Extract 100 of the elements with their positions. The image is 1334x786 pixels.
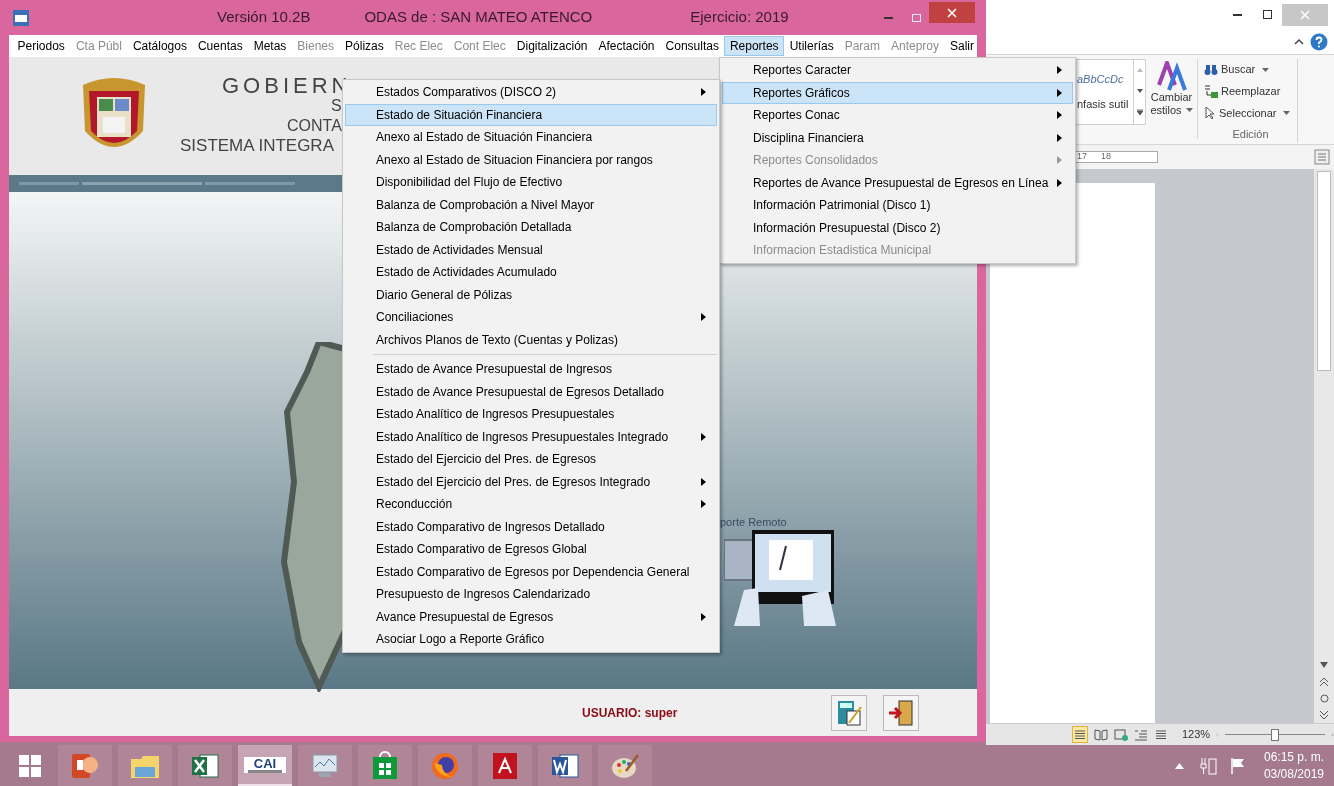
menu-item[interactable]: Disponibilidad del Flujo de Efectivo	[345, 171, 717, 194]
header-text: SISTEMA INTEGRA	[179, 136, 335, 156]
exit-button[interactable]	[883, 694, 920, 731]
menu-item[interactable]: Digitalización	[511, 36, 593, 56]
gallery-scroll-buttons[interactable]	[1134, 58, 1146, 125]
menu-item[interactable]: Estado del Ejercicio del Pres. de Egresos Integrado	[345, 470, 717, 493]
scrollbar-thumb[interactable]	[1317, 171, 1331, 372]
taskbar-app-button[interactable]	[58, 745, 112, 786]
menu-item[interactable]: Estado del Ejercicio del Pres. de Egresos	[345, 448, 717, 471]
more-icon	[1136, 109, 1143, 116]
view-button[interactable]	[1072, 726, 1088, 744]
taskbar-app-button[interactable]	[178, 745, 232, 786]
menu-item[interactable]: Consultas	[660, 36, 725, 56]
pointer-icon	[1204, 106, 1216, 121]
close-button[interactable]	[929, 2, 975, 23]
menu-item[interactable]: Diario General de Pólizas	[345, 283, 717, 306]
menu-item[interactable]: Anexo al Estado de Situación Financiera	[345, 126, 717, 149]
window-title: Versión 10.2B	[217, 7, 311, 28]
menu-item[interactable]: Información Patrimonial (Disco 1)	[722, 194, 1073, 217]
previous-page-icon[interactable]	[1320, 678, 1328, 687]
menu-item[interactable]: Estado Comparativo de Ingresos Detallado	[345, 515, 717, 538]
menu-item[interactable]: Estado Analítico de Ingresos Presupuestales Integrado	[345, 425, 717, 448]
exit-door-icon	[887, 698, 916, 727]
clock[interactable]: 06:15 p. m. 03/08/2019	[1263, 748, 1324, 783]
menu-item[interactable]: Reportes de Avance Presupuestal de Egresos en Línea	[722, 171, 1073, 194]
menu-item[interactable]: Estados Comparativos (DISCO 2)	[345, 81, 717, 104]
edit-command-button[interactable]: Reemplazar	[1204, 80, 1297, 103]
app-logo-icon: CAI	[244, 756, 286, 773]
taskbar-app-button[interactable]	[598, 745, 652, 786]
taskbar-app-button[interactable]	[538, 745, 592, 786]
slider-thumb[interactable]	[1271, 728, 1280, 741]
menu-item[interactable]: Presupuesto de Ingresos Calendarizado	[345, 583, 717, 606]
menu-item[interactable]: Estado de Actividades Mensual	[345, 238, 717, 261]
taskbar-app-button[interactable]: CAI	[238, 745, 292, 786]
replace-icon	[1204, 84, 1218, 98]
scroll-down-icon[interactable]	[1320, 662, 1328, 669]
taskbar-app-button[interactable]	[358, 745, 412, 786]
view-button[interactable]	[1094, 726, 1108, 744]
app-icon	[13, 9, 29, 26]
menu-item[interactable]: Reportes Caracter	[722, 59, 1073, 82]
menu-item[interactable]: Utilerías	[784, 36, 840, 56]
window-title: ODAS de : SAN MATEO ATENCO	[364, 7, 593, 28]
caret-icon	[1185, 108, 1193, 113]
collapse-ribbon-icon[interactable]	[1294, 38, 1304, 46]
style-preview[interactable]: aBbCcDc	[1077, 71, 1131, 88]
menu-item[interactable]: Periodos	[12, 36, 71, 56]
zoom-slider[interactable]	[1225, 727, 1326, 742]
caption-text: porte Remoto	[720, 515, 787, 530]
menu-item[interactable]: Información Presupuestal (Disco 2)	[722, 216, 1073, 239]
menu-item[interactable]: Estado de Avance Presupuestal de Ingresos	[345, 358, 717, 381]
menu-item[interactable]: Avance Presupuestal de Egresos	[345, 605, 717, 628]
taskbar-app-button[interactable]	[418, 745, 472, 786]
web-layout-icon	[1114, 728, 1128, 741]
calculator-button[interactable]	[831, 694, 868, 731]
menu-item[interactable]: Estado de Avance Presupuestal de Egresos Detallado	[345, 380, 717, 403]
menu-item[interactable]: Anexo al Estado de Situacion Financiera por rangos	[345, 148, 717, 171]
menu-item[interactable]: Afectación	[593, 36, 661, 56]
menu-item[interactable]: Reportes	[724, 36, 785, 56]
next-page-icon[interactable]	[1320, 711, 1328, 720]
menu-item[interactable]: Cuentas	[192, 36, 249, 56]
ruler-toggle-icon[interactable]	[1314, 149, 1330, 166]
menu-item[interactable]: Estado Comparativo de Egresos Global	[345, 538, 717, 561]
menu-item[interactable]: Estado de Situación Financiera	[345, 103, 717, 126]
user-label: USUARIO: super	[582, 704, 678, 722]
menu-item[interactable]: Estado Comparativo de Egresos por Dependencia General	[345, 560, 717, 583]
menu-item[interactable]: Estado de Actividades Acumulado	[345, 261, 717, 284]
menu-item[interactable]: Metas	[248, 36, 292, 56]
print-layout-icon	[1073, 728, 1087, 741]
menu-item[interactable]: Conciliaciones	[345, 306, 717, 329]
taskbar-app-button[interactable]	[478, 745, 532, 786]
menu-item[interactable]: Balanza de Comprobación a Nivel Mayor	[345, 193, 717, 216]
menu-item[interactable]: Estado Analítico de Ingresos Presupuestales	[345, 403, 717, 426]
vertical-scrollbar[interactable]	[1314, 169, 1334, 724]
calculator-icon	[835, 698, 864, 727]
menu-item[interactable]: Pólizas	[339, 36, 390, 56]
menu-item[interactable]: Archivos Planos de Texto (Cuentas y Polizas)	[345, 328, 717, 351]
show-hidden-icons-icon[interactable]	[1174, 762, 1184, 769]
menu-item[interactable]: Reportes Conac	[722, 104, 1073, 127]
windows-logo-icon	[19, 754, 41, 777]
zoom-percentage[interactable]: 123%	[1182, 726, 1211, 743]
scroll-down-icon	[1136, 88, 1143, 93]
book-icon	[1094, 728, 1108, 741]
edit-command-button[interactable]: Buscar	[1204, 58, 1297, 81]
edit-command-button[interactable]: Seleccionar	[1204, 102, 1297, 125]
menu-item[interactable]: Reconducción	[345, 493, 717, 516]
menu-item[interactable]: Catálogos	[127, 36, 193, 56]
menu-item[interactable]: Reportes Gráficos	[722, 81, 1073, 104]
change-styles-button[interactable]: Cambiar estilos	[1146, 58, 1198, 139]
menu-item[interactable]: Balanza de Comprobación Detallada	[345, 216, 717, 239]
flag-icon[interactable]	[1229, 756, 1246, 775]
ruler-number: 18	[1101, 150, 1112, 164]
monitor-icon	[310, 751, 340, 780]
header-text: CONTA	[286, 116, 343, 136]
menu-item[interactable]: Asociar Logo a Reporte Gráfico	[345, 628, 717, 651]
browse-object-icon[interactable]	[1319, 694, 1329, 704]
draft-icon	[1154, 728, 1168, 741]
help-icon[interactable]	[1310, 32, 1328, 51]
menu-item[interactable]: Disciplina Financiera	[722, 126, 1073, 149]
menu-item[interactable]: Salir	[944, 36, 980, 56]
battery-icon[interactable]	[1199, 755, 1218, 776]
